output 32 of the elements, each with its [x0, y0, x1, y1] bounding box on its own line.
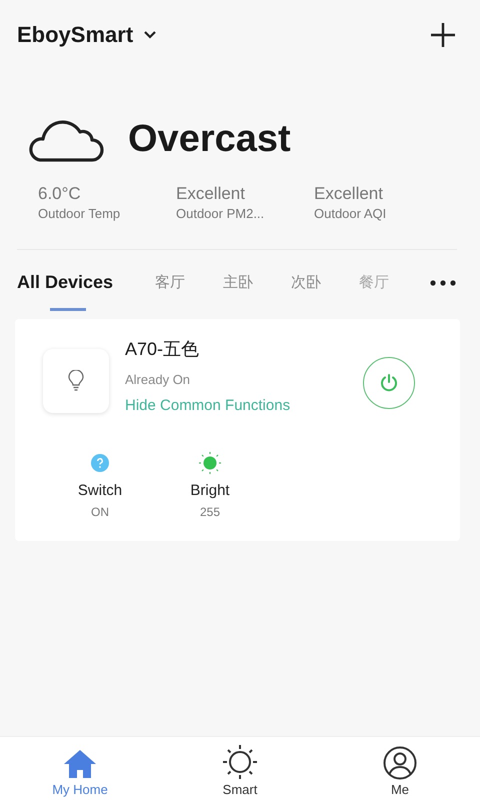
user-icon	[383, 746, 417, 780]
sun-icon	[222, 744, 258, 780]
room-tab[interactable]: All Devices	[17, 254, 114, 311]
more-icon[interactable]	[430, 280, 456, 286]
stat-label: Outdoor AQI	[314, 206, 388, 221]
nav-tab[interactable]: Smart	[160, 737, 320, 800]
function-value: ON	[91, 505, 109, 519]
room-tab[interactable]: 主卧	[223, 255, 254, 310]
add-icon[interactable]	[430, 22, 456, 48]
stat-label: Outdoor Temp	[38, 206, 122, 221]
function-value: 255	[200, 505, 220, 519]
device-name: A70-五色	[125, 338, 200, 361]
chevron-down-icon[interactable]	[143, 30, 158, 40]
stat-value: Excellent	[176, 184, 246, 204]
hide-functions-link[interactable]: Hide Common Functions	[125, 397, 345, 414]
nav-tab[interactable]: My Home	[0, 737, 160, 800]
light-bulb-icon	[68, 370, 84, 392]
stat-label: Outdoor PM2...	[176, 206, 266, 221]
room-tab[interactable]: 客厅	[155, 255, 186, 310]
room-tab[interactable]: 次卧	[291, 255, 322, 310]
room-tab[interactable]: 餐厅	[359, 255, 390, 310]
stat-value: 6.0°C	[38, 184, 82, 204]
nav-tab[interactable]: Me	[320, 737, 480, 800]
power-icon	[379, 373, 399, 393]
stat-value: Excellent	[314, 184, 384, 204]
function-name: Bright	[190, 482, 230, 499]
device-card[interactable]: A70-五色 Already On Hide Common Functions Switch ON Bright 255	[15, 319, 460, 541]
home-name[interactable]: EboySmart	[17, 22, 134, 48]
home-icon	[62, 748, 98, 780]
function-name: Switch	[78, 482, 122, 499]
weather-condition: Overcast	[128, 118, 291, 160]
device-status: Already On	[125, 372, 192, 387]
